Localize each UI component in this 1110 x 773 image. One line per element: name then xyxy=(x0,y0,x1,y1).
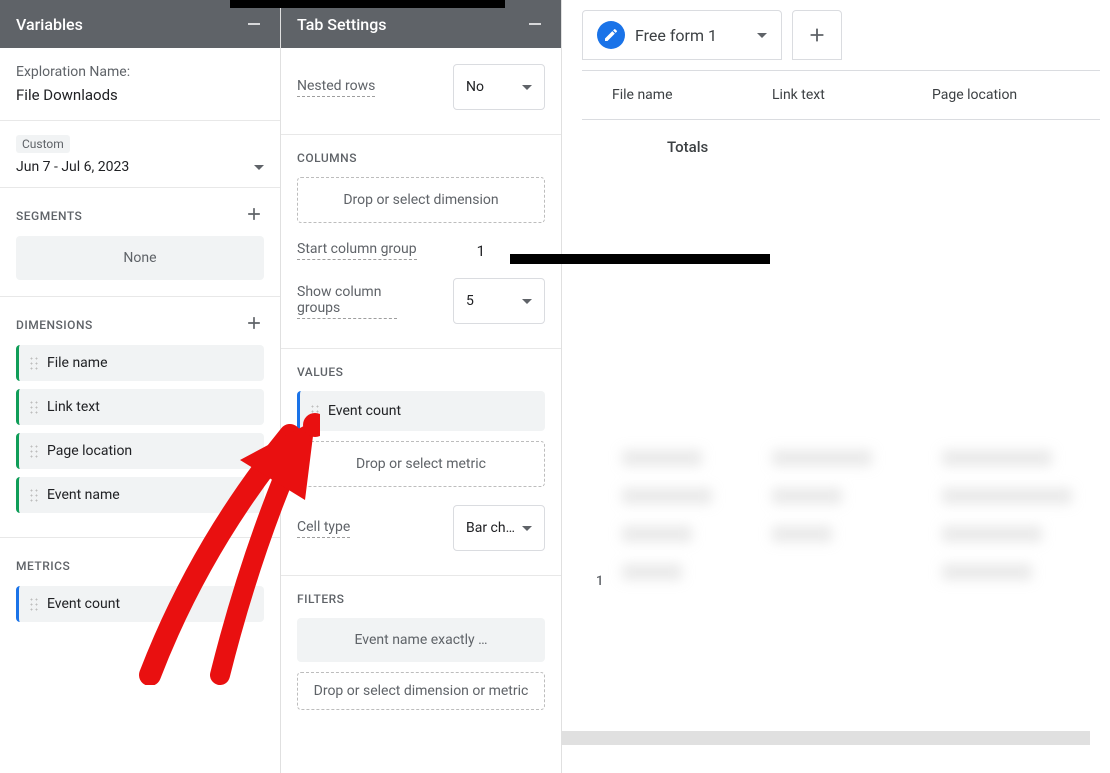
redaction-bar xyxy=(230,0,505,8)
show-columns-value: 5 xyxy=(466,293,474,309)
dimensions-title: DIMENSIONS xyxy=(16,318,93,332)
drag-handle-icon xyxy=(29,597,39,611)
add-dimension-button[interactable] xyxy=(244,313,264,337)
chevron-down-icon xyxy=(254,165,264,170)
nested-rows-label: Nested rows xyxy=(297,78,375,97)
chevron-down-icon xyxy=(522,85,532,90)
report-area: Free form 1 File name Link text Page loc… xyxy=(562,0,1110,773)
filter-drop-area[interactable]: Drop or select dimension or metric xyxy=(297,672,545,710)
drag-handle-icon xyxy=(29,356,39,370)
start-column-label: Start column group xyxy=(297,241,417,260)
add-segment-button[interactable] xyxy=(244,204,264,228)
columns-title: COLUMNS xyxy=(297,151,545,165)
chevron-down-icon xyxy=(522,299,532,304)
filters-section: FILTERS Event name exactly … Drop or sel… xyxy=(281,576,561,734)
variables-panel: Variables Exploration Name: File Downlao… xyxy=(0,0,281,773)
chevron-down-icon[interactable] xyxy=(757,33,767,38)
blurred-data-area xyxy=(582,174,1100,624)
show-columns-select[interactable]: 5 xyxy=(453,278,545,324)
cell-type-select[interactable]: Bar ch… xyxy=(453,505,545,551)
date-range-value: Jun 7 - Jul 6, 2023 xyxy=(16,159,129,175)
exploration-name-label: Exploration Name: xyxy=(16,64,264,80)
start-column-value[interactable]: 1 xyxy=(477,242,485,260)
cell-type-value: Bar ch… xyxy=(466,520,515,536)
nested-rows-section: Nested rows No xyxy=(281,48,561,135)
segments-none-chip[interactable]: None xyxy=(16,236,264,280)
tab-bar: Free form 1 xyxy=(582,10,1100,60)
drag-handle-icon xyxy=(29,444,39,458)
edit-icon xyxy=(597,21,625,49)
add-tab-button[interactable] xyxy=(792,10,842,60)
drag-handle-icon xyxy=(29,400,39,414)
columns-section: COLUMNS Drop or select dimension Start c… xyxy=(281,135,561,349)
collapse-tabsettings-icon[interactable] xyxy=(525,14,545,34)
value-chip-label: Event count xyxy=(328,403,401,419)
chevron-down-icon xyxy=(522,526,532,531)
collapse-variables-icon[interactable] xyxy=(244,14,264,34)
nested-rows-select[interactable]: No xyxy=(453,64,545,110)
date-preset-label: Custom xyxy=(16,135,70,153)
segments-title: SEGMENTS xyxy=(16,209,82,223)
values-drop-area[interactable]: Drop or select metric xyxy=(297,441,545,487)
drag-handle-icon xyxy=(29,488,39,502)
nested-rows-value: No xyxy=(466,79,484,95)
dimension-chip-label: File name xyxy=(47,355,108,371)
add-metric-button[interactable] xyxy=(244,554,264,578)
table-row-number: 1 xyxy=(596,574,603,589)
value-chip[interactable]: Event count xyxy=(297,391,545,431)
columns-drop-area[interactable]: Drop or select dimension xyxy=(297,177,545,223)
totals-row: Totals xyxy=(582,119,1100,174)
variables-title: Variables xyxy=(16,15,83,34)
horizontal-scrollbar[interactable] xyxy=(562,731,1090,745)
show-columns-label: Show column groups xyxy=(297,284,397,319)
totals-label: Totals xyxy=(667,138,708,156)
filters-title: FILTERS xyxy=(297,592,545,606)
column-header[interactable]: Link text xyxy=(772,87,932,103)
report-tab-active[interactable]: Free form 1 xyxy=(582,10,782,60)
dimension-chip-label: Page location xyxy=(47,443,132,459)
exploration-name-value[interactable]: File Downlaods xyxy=(16,86,264,104)
cell-type-label: Cell type xyxy=(297,519,350,538)
column-header[interactable]: Page location xyxy=(932,87,1092,103)
values-section: VALUES Event count Drop or select metric… xyxy=(281,349,561,576)
tab-settings-panel: Tab Settings Nested rows No COLUMNS Drop… xyxy=(281,0,562,773)
dimension-chip[interactable]: Page location xyxy=(16,433,264,469)
dimension-chip[interactable]: Event name xyxy=(16,477,264,513)
exploration-name-section: Exploration Name: File Downlaods xyxy=(0,48,280,121)
segments-section: SEGMENTS None xyxy=(0,188,280,297)
metric-chip[interactable]: Event count xyxy=(16,586,264,622)
metric-chip-label: Event count xyxy=(47,596,120,612)
dimensions-section: DIMENSIONS File name Link text Page loca… xyxy=(0,297,280,538)
dimension-chip[interactable]: File name xyxy=(16,345,264,381)
filter-chip[interactable]: Event name exactly … xyxy=(297,618,545,662)
tab-settings-title: Tab Settings xyxy=(297,15,387,34)
metrics-title: METRICS xyxy=(16,559,70,573)
date-range-section[interactable]: Custom Jun 7 - Jul 6, 2023 xyxy=(0,121,280,188)
dimension-chip-label: Link text xyxy=(47,399,100,415)
dimension-chip[interactable]: Link text xyxy=(16,389,264,425)
dimension-chip-label: Event name xyxy=(47,487,120,503)
column-header[interactable]: File name xyxy=(612,87,772,103)
redaction-bar xyxy=(510,254,770,264)
column-headers-row: File name Link text Page location xyxy=(582,71,1100,119)
values-title: VALUES xyxy=(297,365,545,379)
report-table: File name Link text Page location Totals xyxy=(582,70,1100,624)
metrics-section: METRICS Event count xyxy=(0,538,280,646)
drag-handle-icon xyxy=(310,404,320,418)
tab-name: Free form 1 xyxy=(635,26,717,45)
